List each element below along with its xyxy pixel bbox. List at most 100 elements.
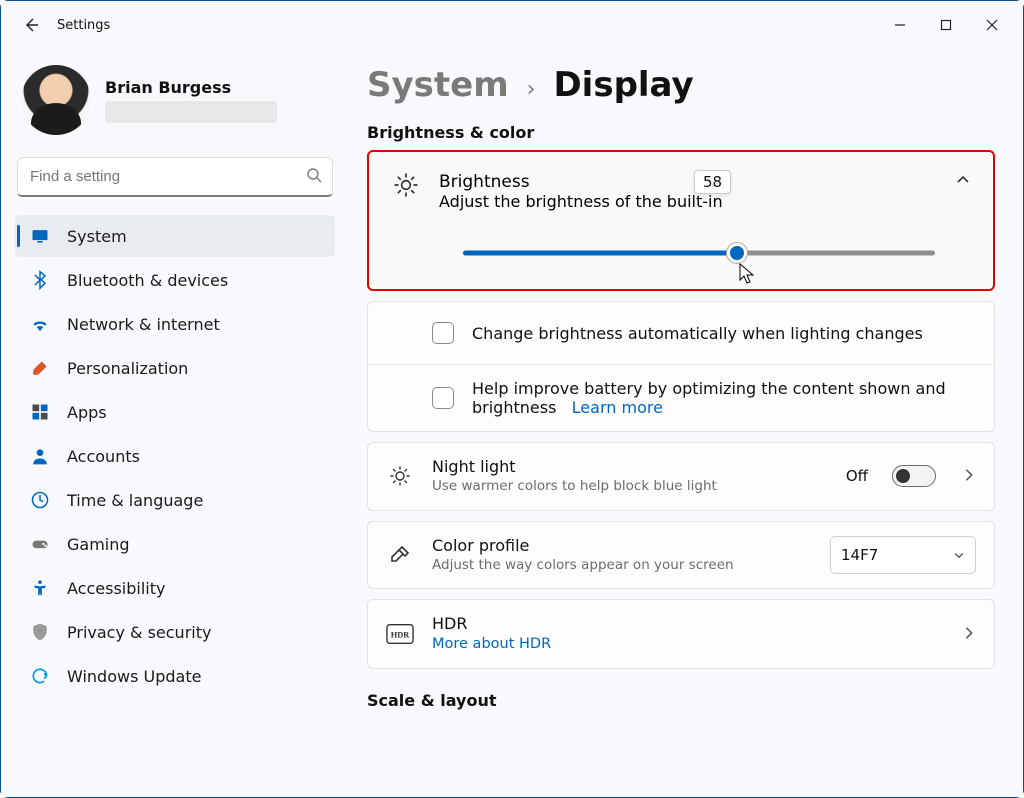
sidebar: Brian Burgess System Bluetooth & devices (1, 49, 349, 797)
maximize-button[interactable] (923, 5, 969, 45)
window-controls (877, 5, 1015, 45)
nav-label: Accessibility (67, 579, 165, 598)
breadcrumb-current: Display (553, 65, 693, 105)
nav-list: System Bluetooth & devices Network & int… (15, 215, 335, 697)
color-profile-selected: 14F7 (841, 546, 878, 564)
gamepad-icon (29, 533, 51, 555)
night-light-toggle[interactable] (892, 465, 936, 487)
auto-brightness-row[interactable]: Change brightness automatically when lig… (368, 302, 994, 364)
auto-brightness-label: Change brightness automatically when lig… (472, 324, 976, 343)
nav-label: Gaming (67, 535, 130, 554)
wifi-icon (29, 313, 51, 335)
color-profile-select[interactable]: 14F7 (830, 536, 976, 574)
breadcrumb-parent[interactable]: System (367, 65, 509, 105)
system-icon (29, 225, 51, 247)
night-light-card[interactable]: Night light Use warmer colors to help bl… (367, 442, 995, 511)
breadcrumb: System › Display (367, 65, 995, 105)
night-light-title: Night light (432, 457, 828, 476)
nav-label: Windows Update (67, 667, 201, 686)
clock-globe-icon (29, 489, 51, 511)
user-block[interactable]: Brian Burgess (15, 59, 335, 137)
bluetooth-icon (29, 269, 51, 291)
minimize-button[interactable] (877, 5, 923, 45)
chevron-right-icon (962, 626, 976, 640)
chevron-up-icon (955, 172, 971, 188)
brightness-value-tooltip: 58 (694, 170, 731, 194)
nav-label: System (67, 227, 127, 246)
content-adaptive-label: Help improve battery by optimizing the c… (472, 379, 976, 417)
window-title: Settings (57, 18, 110, 33)
user-email-redacted (105, 101, 277, 123)
learn-more-link[interactable]: Learn more (572, 398, 663, 417)
collapse-button[interactable] (955, 172, 971, 192)
back-arrow-icon (23, 17, 39, 33)
accessibility-icon (29, 577, 51, 599)
hdr-card[interactable]: HDR HDR More about HDR (367, 599, 995, 669)
main-content: System › Display Brightness & color Brig… (349, 49, 1023, 797)
color-profile-subtitle: Adjust the way colors appear on your scr… (432, 557, 812, 575)
search-icon (306, 167, 322, 187)
nav-item-privacy[interactable]: Privacy & security (15, 611, 335, 653)
eyedropper-icon (386, 543, 414, 567)
apps-icon (29, 401, 51, 423)
hdr-expand[interactable] (962, 625, 976, 644)
nav-item-accessibility[interactable]: Accessibility (15, 567, 335, 609)
update-icon (29, 665, 51, 687)
sun-icon (391, 172, 421, 198)
nav-item-network[interactable]: Network & internet (15, 303, 335, 345)
content-adaptive-checkbox[interactable] (432, 387, 454, 409)
cursor-icon (739, 263, 757, 285)
section-header-scale-layout: Scale & layout (367, 691, 995, 710)
minimize-icon (894, 19, 906, 31)
nav-label: Apps (67, 403, 107, 422)
color-profile-title: Color profile (432, 536, 812, 555)
night-light-subtitle: Use warmer colors to help block blue lig… (432, 478, 828, 496)
section-header-brightness-color: Brightness & color (367, 123, 995, 142)
color-profile-card[interactable]: Color profile Adjust the way colors appe… (367, 521, 995, 590)
search-input-wrapper[interactable] (17, 157, 333, 197)
nav-item-accounts[interactable]: Accounts (15, 435, 335, 477)
nav-item-bluetooth[interactable]: Bluetooth & devices (15, 259, 335, 301)
brightness-card: Brightness Adjust the brightness of the … (367, 150, 995, 291)
close-button[interactable] (969, 5, 1015, 45)
night-light-state: Off (846, 467, 868, 485)
nav-label: Time & language (67, 491, 203, 510)
night-light-icon (386, 464, 414, 488)
nav-item-time-language[interactable]: Time & language (15, 479, 335, 521)
nav-item-personalization[interactable]: Personalization (15, 347, 335, 389)
nav-label: Network & internet (67, 315, 220, 334)
back-button[interactable] (21, 15, 41, 35)
person-icon (29, 445, 51, 467)
nav-item-gaming[interactable]: Gaming (15, 523, 335, 565)
brightness-subtitle: Adjust the brightness of the built-in (439, 192, 937, 211)
slider-thumb[interactable] (727, 243, 747, 263)
chevron-right-icon: › (527, 77, 536, 102)
night-light-expand[interactable] (962, 467, 976, 486)
hdr-title: HDR (432, 614, 944, 633)
nav-label: Accounts (67, 447, 140, 466)
close-icon (986, 19, 998, 31)
brightness-title: Brightness (439, 172, 937, 192)
auto-brightness-checkbox[interactable] (432, 322, 454, 344)
chevron-down-icon (953, 549, 965, 561)
brightness-slider[interactable] (463, 245, 935, 261)
maximize-icon (940, 19, 952, 31)
hdr-link[interactable]: More about HDR (432, 635, 944, 654)
nav-label: Privacy & security (67, 623, 211, 642)
nav-item-apps[interactable]: Apps (15, 391, 335, 433)
nav-item-windows-update[interactable]: Windows Update (15, 655, 335, 697)
slider-track-fill (463, 251, 737, 256)
brush-icon (29, 357, 51, 379)
nav-label: Bluetooth & devices (67, 271, 228, 290)
svg-text:HDR: HDR (391, 631, 411, 640)
hdr-icon: HDR (386, 623, 414, 645)
avatar (21, 65, 91, 135)
shield-icon (29, 621, 51, 643)
titlebar: Settings (1, 1, 1023, 49)
chevron-right-icon (962, 468, 976, 482)
brightness-options-card: Change brightness automatically when lig… (367, 301, 995, 432)
nav-item-system[interactable]: System (15, 215, 335, 257)
content-adaptive-row[interactable]: Help improve battery by optimizing the c… (368, 364, 994, 431)
user-name: Brian Burgess (105, 78, 277, 97)
search-input[interactable] (28, 167, 306, 186)
